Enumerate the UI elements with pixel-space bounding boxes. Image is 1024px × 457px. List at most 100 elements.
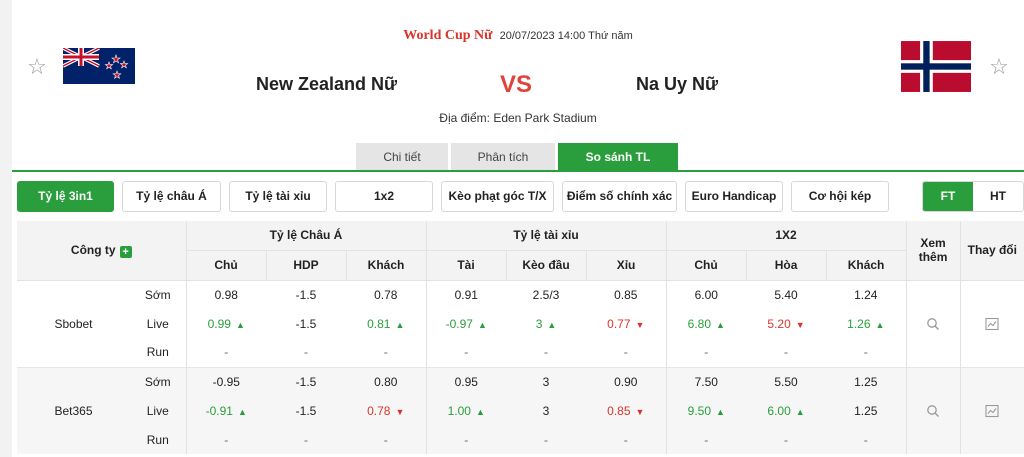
odds-cell: 9.50 ▲ <box>665 396 747 425</box>
away-team-name[interactable]: Na Uy Nữ <box>636 74 718 95</box>
sub-header-x2-home: Chủ <box>666 250 747 281</box>
odds-value: 0.77 <box>607 316 631 331</box>
odds-value: - <box>224 432 229 447</box>
venue: Địa điểm: Eden Park Stadium <box>439 111 597 125</box>
sub-header-asian-home: Chủ <box>186 250 267 281</box>
match-header: World Cup Nữ 20/07/2023 14:00 Thứ năm ☆ … <box>12 0 1024 145</box>
home-team-name[interactable]: New Zealand Nữ <box>256 74 397 95</box>
odds-type-double-chance-button[interactable]: Cơ hội kép <box>791 181 889 212</box>
odds-phase-label: Sớm <box>130 366 187 396</box>
chart-icon[interactable] <box>985 316 999 330</box>
odds-type-3in1-button[interactable]: Tỷ lệ 3in1 <box>17 181 114 212</box>
arrow-down-icon: ▼ <box>635 319 645 330</box>
odds-cell: 5.40 <box>746 279 827 309</box>
odds-type-over-under-button[interactable]: Tỷ lệ tài xỉu <box>229 181 327 212</box>
odds-cell: - <box>665 425 747 454</box>
tab-odds-compare[interactable]: So sánh TL <box>558 143 678 171</box>
odds-value: 0.78 <box>367 403 391 418</box>
arrow-up-icon: ▲ <box>395 319 405 330</box>
odds-value: - <box>704 432 709 447</box>
period-ft-button[interactable]: FT <box>923 182 973 211</box>
odds-value: 5.50 <box>774 374 798 389</box>
odds-cell: -1.5 <box>266 309 346 338</box>
odds-cell: 0.78 ▼ <box>346 396 427 425</box>
odds-value: 1.25 <box>854 403 878 418</box>
bookmaker-name[interactable]: Sbobet <box>17 279 130 367</box>
odds-cell: - <box>266 338 346 367</box>
odds-cell: -0.91 ▲ <box>185 396 267 425</box>
odds-cell: 5.50 <box>746 366 827 396</box>
favorite-home-star-icon[interactable]: ☆ <box>26 56 48 78</box>
table-row: Live 0.99 ▲ -1.5 0.81 ▲ -0.97 ▲ 3 ▲ 0.77 ▼ 6.80 ▲ 5.20… <box>17 309 1024 338</box>
odds-phase-label: Live <box>130 396 187 425</box>
odds-table: Công ty + Tỷ lệ Châu Á Tỷ lệ tài xỉu 1X2 … <box>17 221 1024 454</box>
norway-flag-icon <box>901 41 971 92</box>
odds-type-euro-handicap-button[interactable]: Euro Handicap <box>685 181 783 212</box>
run-label[interactable]: Run <box>130 425 187 454</box>
changes-cell <box>959 279 1024 367</box>
table-row: Sbobet Sớm 0.98 -1.5 0.78 0.91 2.5/3 0.85 6.00 5.… <box>17 279 1024 367</box>
bookmaker-name[interactable]: Bet365 <box>17 366 130 454</box>
odds-value: 6.00 <box>694 287 718 302</box>
match-tabs: Chi tiết Phân tích So sánh TL <box>356 143 678 171</box>
run-label[interactable]: Run <box>130 338 187 367</box>
odds-cell: 1.00 ▲ <box>425 396 507 425</box>
odds-cell: 6.80 ▲ <box>665 309 747 338</box>
odds-value: 9.50 <box>687 403 712 418</box>
odds-value: - <box>224 345 229 360</box>
odds-value: - <box>544 432 549 447</box>
arrow-up-icon: ▲ <box>547 319 557 330</box>
odds-value: 1.25 <box>854 374 878 389</box>
odds-cell: - <box>826 338 906 367</box>
odds-cell: 2.5/3 <box>506 279 587 309</box>
group-header-asian: Tỷ lệ Châu Á <box>186 221 427 251</box>
odds-type-1x2-button[interactable]: 1x2 <box>335 181 433 212</box>
odds-type-asian-button[interactable]: Tỷ lệ châu Á <box>122 181 221 212</box>
chart-icon[interactable] <box>985 403 999 418</box>
period-ht-button[interactable]: HT <box>973 182 1023 211</box>
odds-value: - <box>863 432 868 447</box>
odds-cell: 0.90 <box>586 366 667 396</box>
search-icon[interactable] <box>926 403 940 418</box>
sub-header-ou-over: Tài <box>426 250 507 281</box>
favorite-away-star-icon[interactable]: ☆ <box>988 56 1010 78</box>
odds-value: 0.80 <box>374 374 398 389</box>
odds-cell: 1.24 <box>826 279 907 309</box>
odds-value: 6.80 <box>687 316 712 331</box>
odds-type-corners-button[interactable]: Kèo phạt góc T/X <box>441 181 554 212</box>
odds-cell: - <box>346 425 427 454</box>
odds-value: - <box>304 432 309 447</box>
odds-cell: 0.91 <box>425 279 507 309</box>
odds-value: -1.5 <box>295 403 317 418</box>
odds-value: - <box>544 345 549 360</box>
odds-value: 6.00 <box>767 403 791 418</box>
odds-cell: - <box>346 338 426 367</box>
odds-cell: - <box>425 425 507 454</box>
tabs-divider <box>12 170 1024 172</box>
arrow-down-icon: ▼ <box>795 319 805 330</box>
arrow-up-icon: ▲ <box>875 319 885 330</box>
new-zealand-flag-icon <box>63 48 135 84</box>
odds-value: 1.24 <box>854 287 878 302</box>
tab-analysis[interactable]: Phân tích <box>451 143 555 171</box>
tab-details[interactable]: Chi tiết <box>356 143 448 171</box>
odds-cell: 0.99 ▲ <box>185 309 267 338</box>
arrow-up-icon: ▲ <box>716 319 725 330</box>
period-toggle: FT HT <box>922 181 1024 212</box>
odds-value: -0.95 <box>212 374 240 389</box>
odds-cell: 7.50 <box>665 366 747 396</box>
odds-type-correct-score-button[interactable]: Điểm số chính xác <box>562 181 677 212</box>
league-name[interactable]: World Cup Nữ <box>403 28 492 43</box>
odds-value: 1.26 <box>847 316 871 331</box>
odds-value: 0.91 <box>454 287 478 302</box>
odds-value: 0.85 <box>614 287 638 302</box>
arrow-down-icon: ▼ <box>395 406 405 417</box>
search-icon[interactable] <box>926 316 940 330</box>
plus-icon[interactable]: + <box>119 245 132 258</box>
odds-value: - <box>383 432 388 447</box>
table-row: Live -0.91 ▲ -1.5 0.78 ▼ 1.00 ▲ 3 0.85 ▼ 9.50 ▲ 6.00 ▲… <box>17 396 1024 425</box>
odds-cell: -0.97 ▲ <box>425 309 507 338</box>
sub-header-x2-away: Khách <box>826 250 907 281</box>
odds-cell: - <box>665 338 747 367</box>
odds-value: -0.97 <box>445 316 473 331</box>
